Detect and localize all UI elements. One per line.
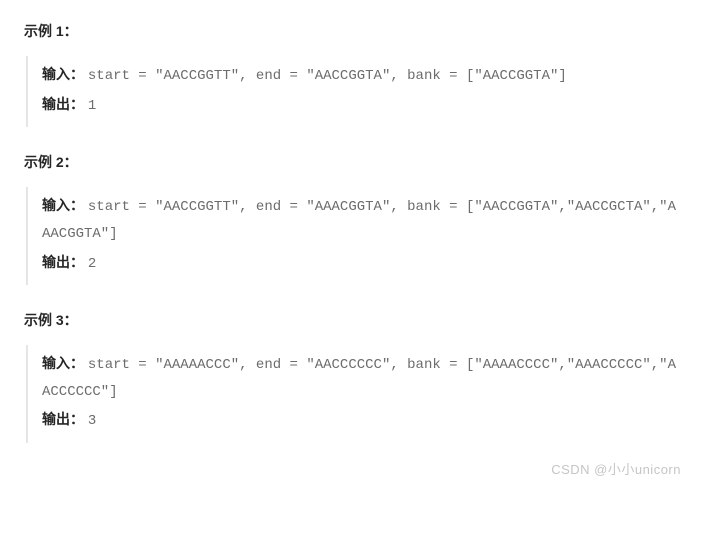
input-label: 输入：	[42, 197, 84, 213]
input-code: start = "AAAAACCC", end = "AACCCCCC", ba…	[42, 357, 676, 400]
output-label: 输出：	[42, 254, 84, 270]
input-line: 输入： start = "AACCGGTT", end = "AAACGGTA"…	[42, 193, 677, 247]
example-content: 输入： start = "AACCGGTT", end = "AACCGGTA"…	[26, 56, 677, 126]
output-line: 输出： 2	[42, 250, 677, 277]
watermark: CSDN @小小unicorn	[551, 460, 681, 481]
example-title: 示例 2：	[24, 151, 677, 173]
example-2: 示例 2： 输入： start = "AACCGGTT", end = "AAA…	[24, 151, 677, 285]
example-1: 示例 1： 输入： start = "AACCGGTT", end = "AAC…	[24, 20, 677, 127]
output-line: 输出： 1	[42, 92, 677, 119]
input-code: start = "AACCGGTT", end = "AACCGGTA", ba…	[88, 68, 567, 84]
input-label: 输入：	[42, 355, 84, 371]
example-title: 示例 3：	[24, 309, 677, 331]
example-title: 示例 1：	[24, 20, 677, 42]
output-code: 2	[88, 256, 96, 272]
input-label: 输入：	[42, 66, 84, 82]
example-content: 输入： start = "AAAAACCC", end = "AACCCCCC"…	[26, 345, 677, 443]
output-line: 输出： 3	[42, 407, 677, 434]
output-code: 3	[88, 413, 96, 429]
input-line: 输入： start = "AACCGGTT", end = "AACCGGTA"…	[42, 62, 677, 89]
example-content: 输入： start = "AACCGGTT", end = "AAACGGTA"…	[26, 187, 677, 285]
input-line: 输入： start = "AAAAACCC", end = "AACCCCCC"…	[42, 351, 677, 405]
example-3: 示例 3： 输入： start = "AAAAACCC", end = "AAC…	[24, 309, 677, 443]
output-label: 输出：	[42, 411, 84, 427]
output-label: 输出：	[42, 96, 84, 112]
output-code: 1	[88, 98, 96, 114]
input-code: start = "AACCGGTT", end = "AAACGGTA", ba…	[42, 199, 676, 242]
